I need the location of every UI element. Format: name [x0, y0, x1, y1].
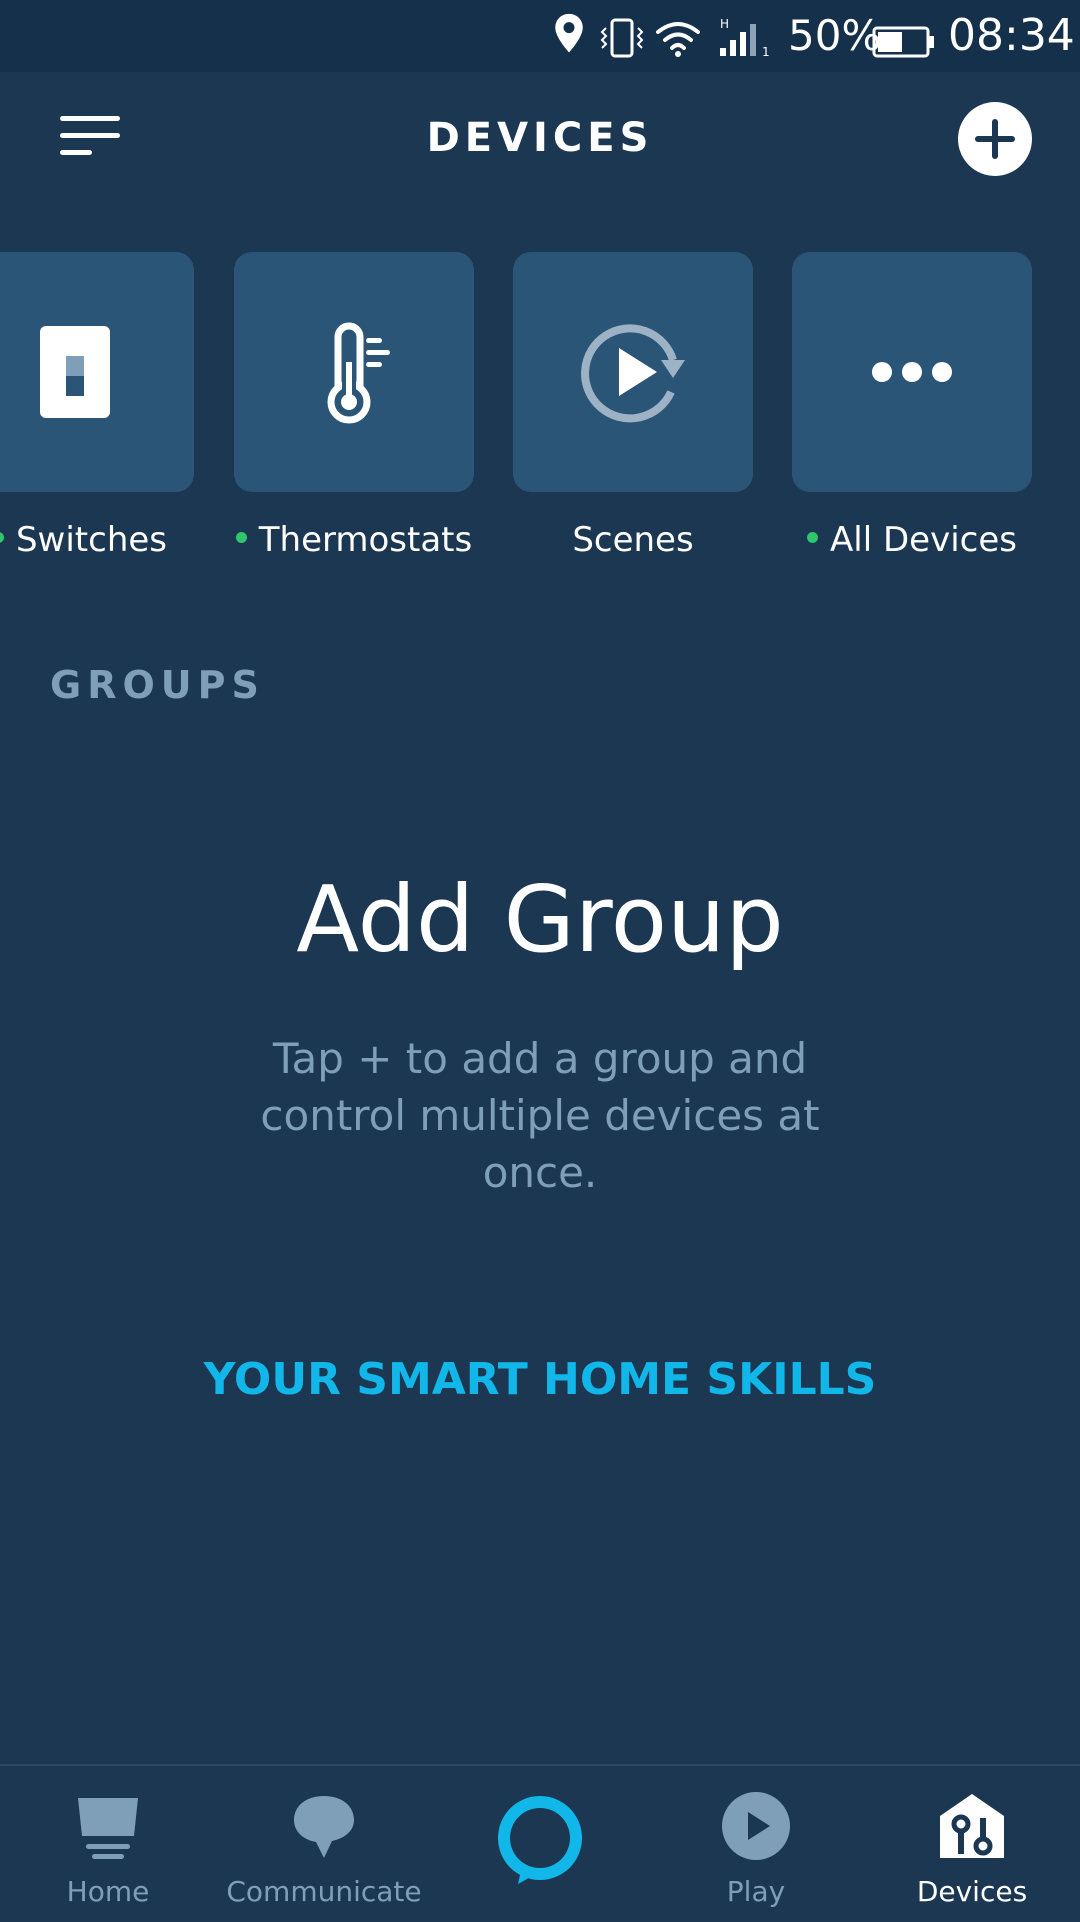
- groups-heading: GROUPS: [50, 663, 265, 707]
- scene-play-icon: [581, 324, 685, 423]
- online-status-dot: [0, 532, 4, 543]
- nav-home[interactable]: Home: [36, 1766, 180, 1922]
- category-label-all-devices: All Devices: [762, 516, 1062, 564]
- speech-bubble-icon: [294, 1796, 354, 1858]
- nav-play[interactable]: Play: [696, 1766, 816, 1922]
- app-header: DEVICES: [0, 72, 1080, 204]
- bottom-navigation: Home Communicate Play Devices: [0, 1764, 1080, 1920]
- more-dots-icon: [872, 362, 952, 382]
- cell-signal-icon: H 1: [720, 17, 770, 59]
- wifi-icon: [656, 22, 700, 57]
- nav-label-devices: Devices: [916, 1875, 1028, 1908]
- nav-label-communicate: Communicate: [226, 1875, 422, 1908]
- nav-communicate[interactable]: Communicate: [224, 1766, 424, 1922]
- nav-label-home: Home: [66, 1875, 150, 1908]
- plus-icon: [975, 119, 1015, 159]
- devices-house-icon: [940, 1794, 1004, 1858]
- battery-percent: 50%: [788, 11, 882, 60]
- battery-icon: [872, 26, 934, 58]
- category-label-thermostats: Thermostats: [204, 516, 504, 564]
- page-title: DEVICES: [426, 115, 654, 161]
- home-icon: [78, 1798, 138, 1859]
- vibrate-icon: [600, 18, 644, 58]
- location-icon: [555, 13, 583, 53]
- thermometer-icon: [327, 322, 390, 424]
- nav-devices[interactable]: Devices: [900, 1766, 1044, 1922]
- category-tile-all-devices[interactable]: [792, 252, 1032, 492]
- category-tile-thermostats[interactable]: [234, 252, 474, 492]
- category-label-switches: Switches: [0, 516, 230, 564]
- device-categories: Switches Thermostats Scenes All Devices: [0, 252, 1080, 572]
- add-group-description: Tap + to add a group and control multipl…: [260, 1034, 820, 1197]
- status-bar: H 1 50% 08:34: [0, 0, 1080, 72]
- alexa-ring-icon: [498, 1796, 582, 1884]
- nav-label-play: Play: [726, 1875, 786, 1908]
- play-icon: [722, 1792, 790, 1860]
- svg-text:H: H: [720, 17, 729, 31]
- switch-icon: [40, 326, 110, 418]
- category-label-scenes: Scenes: [572, 520, 694, 560]
- nav-alexa[interactable]: [480, 1766, 600, 1922]
- add-device-button[interactable]: [958, 102, 1032, 176]
- category-tile-switches[interactable]: [0, 252, 194, 492]
- status-time: 08:34: [948, 10, 1075, 61]
- svg-text:1: 1: [762, 45, 770, 59]
- smart-home-skills-link[interactable]: YOUR SMART HOME SKILLS: [0, 1352, 1080, 1408]
- online-status-dot: [235, 532, 247, 543]
- online-status-dot: [807, 532, 819, 543]
- category-tile-scenes[interactable]: [513, 252, 753, 492]
- add-group-title: Add Group: [296, 866, 784, 973]
